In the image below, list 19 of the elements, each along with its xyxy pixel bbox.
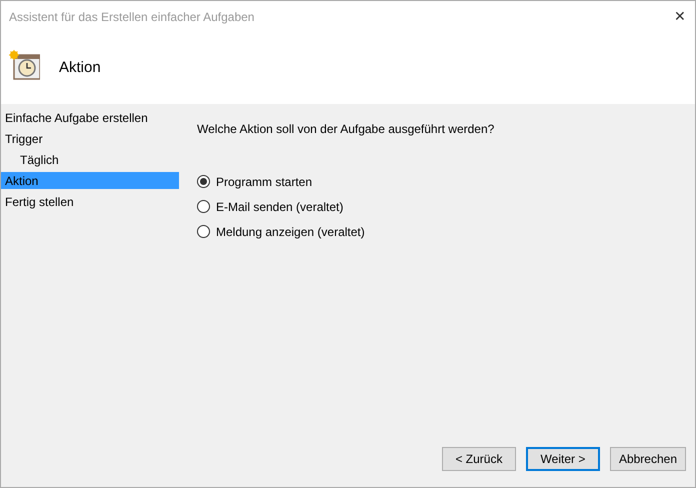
page-heading: Aktion	[59, 58, 101, 78]
radio-label[interactable]: E-Mail senden (veraltet)	[216, 198, 344, 216]
sidebar-item[interactable]: Fertig stellen	[1, 193, 179, 210]
radio-button[interactable]	[197, 225, 210, 238]
sidebar-item[interactable]: Trigger	[1, 130, 179, 147]
dialog-button[interactable]: < Zurück	[442, 447, 516, 471]
close-button[interactable]: ✕	[665, 2, 695, 32]
question-text: Welche Aktion soll von der Aufgabe ausgeführt werden?	[197, 121, 496, 138]
clock-calendar-icon	[8, 50, 40, 82]
window-title: Assistent für das Erstellen einfacher Aufgaben	[9, 8, 254, 26]
sidebar-item[interactable]: Einfache Aufgabe erstellen	[1, 109, 179, 126]
radio-label[interactable]: Programm starten	[216, 172, 312, 190]
sidebar-item[interactable]: Aktion	[1, 172, 179, 189]
radio-button[interactable]	[197, 200, 210, 213]
dialog-button[interactable]: Weiter >	[526, 447, 600, 471]
radio-label[interactable]: Meldung anzeigen (veraltet)	[216, 222, 365, 240]
sidebar-item[interactable]: Täglich	[1, 151, 179, 168]
radio-button[interactable]	[197, 175, 210, 188]
dialog-button[interactable]: Abbrechen	[610, 447, 686, 471]
